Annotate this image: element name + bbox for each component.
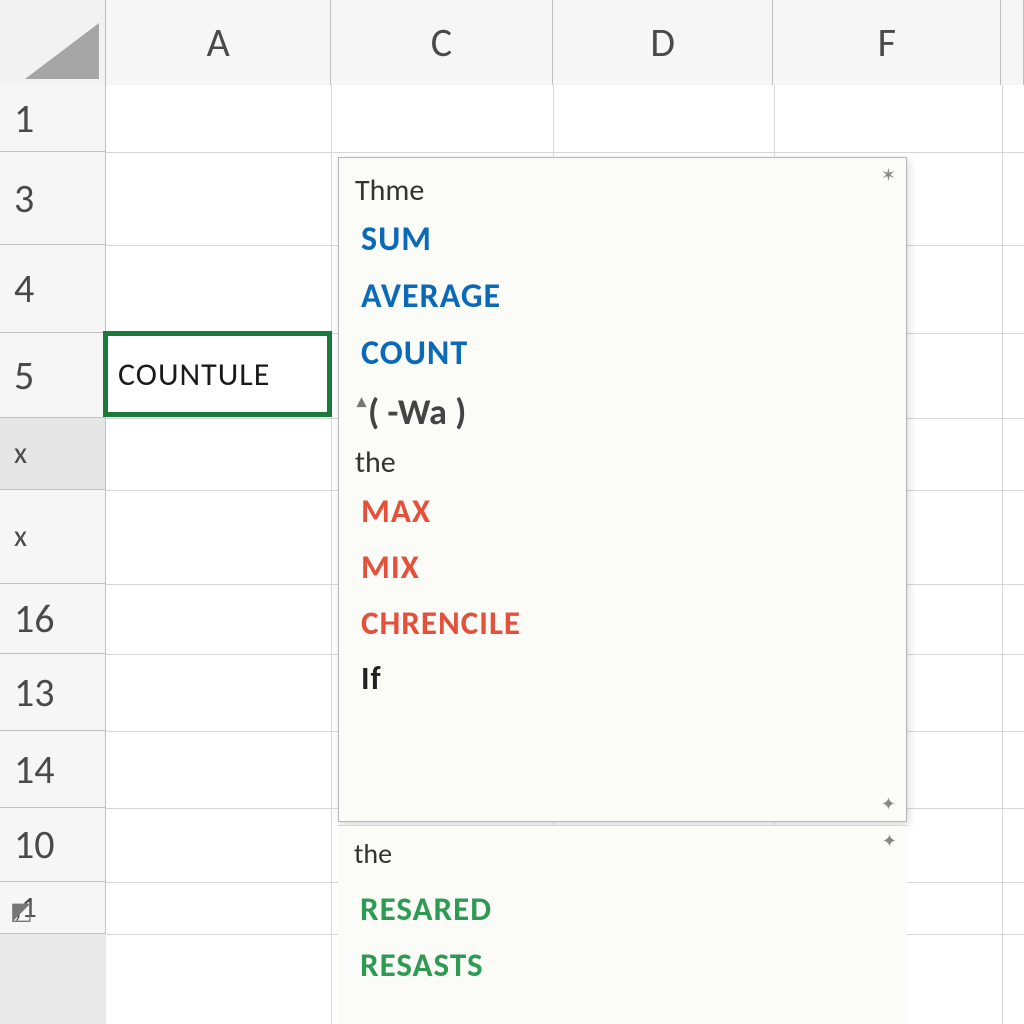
suggestion-count[interactable]: COUNT xyxy=(361,333,890,374)
resize-handle-icon[interactable]: ✦ xyxy=(881,793,896,815)
column-header-A[interactable]: A xyxy=(106,0,331,86)
suggestion-mix[interactable]: MIX xyxy=(361,547,890,587)
suggestion-average[interactable]: AVERAGE xyxy=(361,276,890,317)
suggestion-resared[interactable]: RESARED xyxy=(360,889,891,929)
suggestion-chrencile[interactable]: CHRENCILE xyxy=(361,603,890,643)
formula-autocomplete-panel[interactable]: ✶ Thme SUM AVERAGE COUNT ▴( -Wa ) the MA… xyxy=(338,157,907,822)
active-cell-value: COUNTULE xyxy=(118,355,270,394)
spreadsheet-viewport: A C D F 1 3 4 5 x x 16 13 14 10 ◩ ,1 xyxy=(0,0,1024,1024)
gridline xyxy=(106,152,1024,153)
row-header-10[interactable]: 10 xyxy=(0,808,106,882)
row-header-4[interactable]: 4 xyxy=(0,245,106,333)
suggestion-max[interactable]: MAX xyxy=(361,491,890,531)
row-header-13[interactable]: 13 xyxy=(0,654,106,731)
row-header-x1[interactable]: x xyxy=(0,418,106,490)
row-header-column: 1 3 4 5 x x 16 13 14 10 ◩ ,1 xyxy=(0,85,106,934)
cells-area[interactable]: COUNTULE ✶ Thme SUM AVERAGE COUNT ▴( -Wa… xyxy=(106,85,1024,1024)
row-header-14[interactable]: 14 xyxy=(0,731,106,808)
panel-header: Thme xyxy=(355,172,890,209)
suggestion-resasts[interactable]: RESASTS xyxy=(360,945,891,985)
caret-up-icon: ▴ xyxy=(357,390,366,412)
grid-col-A xyxy=(106,85,332,1024)
row-header-5[interactable]: 5 xyxy=(0,333,106,418)
column-header-edge xyxy=(1001,0,1024,86)
back-arrow-icon[interactable]: ✦ xyxy=(882,830,897,852)
select-all-triangle-icon xyxy=(25,23,99,79)
active-cell[interactable]: COUNTULE xyxy=(103,331,332,417)
suggestion-if[interactable]: If xyxy=(361,659,890,698)
row-header-x2[interactable]: x xyxy=(0,490,106,584)
panel-mid-label: the xyxy=(355,444,890,481)
row-header-1[interactable]: 1 xyxy=(0,85,106,152)
function-signature: ▴( -Wa ) xyxy=(357,390,890,434)
column-header-D[interactable]: D xyxy=(553,0,774,86)
select-all-button[interactable] xyxy=(0,0,106,86)
column-header-row: A C D F xyxy=(0,0,1024,85)
column-header-F[interactable]: F xyxy=(773,0,1001,86)
row-header-bottom[interactable]: ◩ ,1 xyxy=(0,882,106,934)
status-icon: ◩ xyxy=(10,897,33,926)
column-header-C[interactable]: C xyxy=(331,0,553,86)
row-header-16[interactable]: 16 xyxy=(0,584,106,654)
formula-autocomplete-panel-2[interactable]: ✦ the RESARED RESASTS xyxy=(338,825,907,1024)
row-header-3[interactable]: 3 xyxy=(0,152,106,245)
panel2-header: the xyxy=(354,836,891,871)
suggestion-sum[interactable]: SUM xyxy=(361,219,890,260)
pin-icon[interactable]: ✶ xyxy=(881,164,896,186)
